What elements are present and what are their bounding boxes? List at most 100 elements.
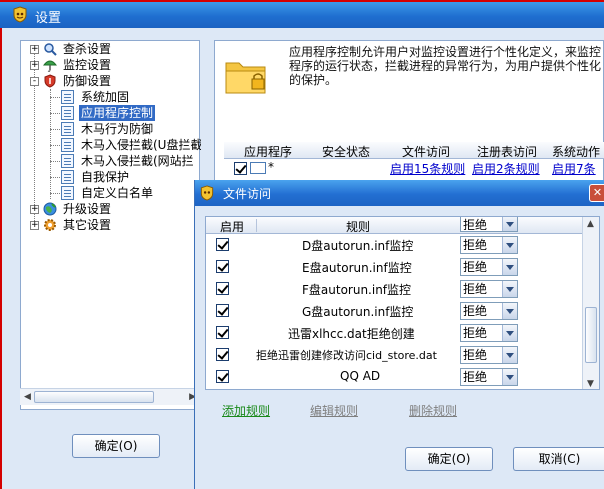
rule-checkbox[interactable]: [216, 304, 229, 317]
dialog-title: 文件访问: [223, 187, 272, 201]
rule-checkbox[interactable]: [216, 260, 229, 273]
rule-action-combo[interactable]: 拒绝: [460, 324, 518, 342]
tree-item-label: 自我保护: [81, 170, 130, 184]
expand-icon[interactable]: +: [30, 221, 39, 230]
tree-item-trojan-behavior[interactable]: 木马行为防御: [21, 121, 201, 137]
tree-item-scan-settings[interactable]: + 查杀设置: [21, 41, 201, 57]
tree-item-monitor-settings[interactable]: + 监控设置: [21, 57, 201, 73]
table-row[interactable]: QQ AD 拒绝: [206, 366, 586, 388]
expand-icon[interactable]: +: [30, 61, 39, 70]
rule-action-combo[interactable]: 拒绝: [460, 258, 518, 276]
expand-icon[interactable]: +: [30, 205, 39, 214]
tree-item-label: 木马行为防御: [81, 122, 154, 136]
tree-item-upgrade-settings[interactable]: + 升级设置: [21, 201, 201, 217]
combo-value: 拒绝: [463, 260, 488, 274]
table-row[interactable]: 拒绝迅雷创建修改访问cid_store.dat 拒绝: [206, 344, 586, 366]
file-access-dialog: 文件访问 ✕ 启用 规则 拒绝 D盘autorun.inf监控 拒绝 E盘aut…: [194, 180, 604, 489]
table-row[interactable]: D盘autorun.inf监控 拒绝: [206, 234, 586, 256]
combo-value: 拒绝: [463, 238, 488, 252]
magnifier-icon: [44, 43, 57, 56]
rules-list-header: 启用 规则 拒绝: [206, 217, 599, 234]
dialog-ok-button[interactable]: 确定(O): [405, 447, 493, 471]
tree-item-label: 升级设置: [63, 202, 112, 216]
row-checkbox[interactable]: [234, 162, 247, 175]
chevron-down-icon[interactable]: [502, 303, 517, 319]
page-icon: [61, 186, 74, 200]
main-window-title: 设置: [35, 11, 62, 26]
combo-value: 拒绝: [463, 348, 488, 362]
combo-value: 拒绝: [463, 304, 488, 318]
kingsoft-logo-icon: [200, 185, 214, 201]
rule-action-combo[interactable]: 拒绝: [460, 346, 518, 364]
combo-value: 拒绝: [463, 370, 488, 384]
rule-action-combo[interactable]: 拒绝: [460, 302, 518, 320]
expand-icon[interactable]: +: [30, 45, 39, 54]
scroll-thumb[interactable]: [585, 307, 597, 363]
main-ok-button[interactable]: 确定(O): [72, 434, 160, 458]
table-row[interactable]: G盘autorun.inf监控 拒绝: [206, 300, 586, 322]
chevron-down-icon[interactable]: [502, 217, 517, 231]
rule-name: F盘autorun.inf监控: [302, 283, 412, 297]
tree-item-label: 监控设置: [63, 58, 112, 72]
dialog-cancel-button[interactable]: 取消(C): [513, 447, 604, 471]
scroll-thumb[interactable]: [34, 391, 154, 403]
table-row[interactable]: E盘autorun.inf监控 拒绝: [206, 256, 586, 278]
rule-action-combo[interactable]: 拒绝: [460, 368, 518, 386]
tree-item-label: 系统加固: [81, 90, 130, 104]
table-row[interactable]: * 启用15条规则 启用2条规则 启用7条规: [224, 159, 604, 193]
tree-item-label: 其它设置: [63, 218, 112, 232]
rule-action-combo[interactable]: 拒绝: [460, 236, 518, 254]
tree-item-system-hardening[interactable]: 系统加固: [21, 89, 201, 105]
table-row[interactable]: F盘autorun.inf监控 拒绝: [206, 278, 586, 300]
header-action-combo[interactable]: 拒绝: [460, 217, 518, 232]
tree-item-self-protect[interactable]: 自我保护: [21, 169, 201, 185]
rule-name: E盘autorun.inf监控: [302, 261, 412, 275]
chevron-down-icon[interactable]: [502, 347, 517, 363]
column-header: 应用程序: [244, 145, 293, 159]
dialog-title-bar[interactable]: 文件访问 ✕: [195, 180, 604, 206]
file-access-link[interactable]: 启用15条规则: [390, 160, 465, 177]
table-row[interactable]: 迅雷xlhcc.dat拒绝创建 拒绝: [206, 322, 586, 344]
app-control-description: 应用程序控制允许用户对监控设置进行个性化定义，来监控程序的运行状态，拦截进程的异…: [289, 45, 602, 87]
rule-checkbox[interactable]: [216, 370, 229, 383]
edit-rule-link[interactable]: 编辑规则: [310, 402, 358, 419]
chevron-down-icon[interactable]: [502, 369, 517, 385]
tree-item-other-settings[interactable]: + 其它设置: [21, 217, 201, 233]
add-rule-link[interactable]: 添加规则: [222, 402, 270, 419]
registry-link[interactable]: 启用2条规则: [472, 160, 540, 177]
scroll-down-icon[interactable]: ▼: [587, 379, 594, 389]
rule-checkbox[interactable]: [216, 348, 229, 361]
chevron-down-icon[interactable]: [502, 237, 517, 253]
column-header-rule: 规则: [346, 220, 371, 234]
rule-name: D盘autorun.inf监控: [302, 239, 414, 253]
tree-item-whitelist[interactable]: 自定义白名单: [21, 185, 201, 201]
tree-item-label: 木马入侵拦截(网站拦: [81, 154, 194, 168]
page-icon: [61, 90, 74, 104]
tree-item-trojan-usb[interactable]: 木马入侵拦截(U盘拦截: [21, 137, 201, 153]
rule-checkbox[interactable]: [216, 282, 229, 295]
rule-checkbox[interactable]: [216, 238, 229, 251]
collapse-icon[interactable]: -: [30, 77, 39, 86]
chevron-down-icon[interactable]: [502, 281, 517, 297]
scroll-left-icon[interactable]: ◀: [24, 392, 31, 402]
rules-vertical-scrollbar[interactable]: ▲ ▼: [582, 217, 599, 389]
tree-item-defense-settings[interactable]: - 防御设置: [21, 73, 201, 89]
settings-tree[interactable]: + 查杀设置 + 监控设置 - 防御设置 系统加固 应用程序控制 木马行为防御 …: [20, 40, 201, 410]
close-icon[interactable]: ✕: [589, 184, 604, 202]
chevron-down-icon[interactable]: [502, 259, 517, 275]
scroll-up-icon[interactable]: ▲: [587, 219, 594, 229]
column-header: 文件访问: [402, 145, 451, 159]
rule-action-combo[interactable]: 拒绝: [460, 280, 518, 298]
tree-item-label: 应用程序控制: [79, 105, 156, 121]
chevron-down-icon[interactable]: [502, 325, 517, 341]
combo-value: 拒绝: [463, 326, 488, 340]
tree-horizontal-scrollbar[interactable]: ◀ ▶: [20, 388, 200, 405]
tree-item-app-control[interactable]: 应用程序控制: [21, 105, 201, 121]
tree-item-trojan-web[interactable]: 木马入侵拦截(网站拦: [21, 153, 201, 169]
shield-icon: [44, 74, 56, 88]
page-icon: [61, 154, 74, 168]
main-title-bar[interactable]: 设置: [0, 0, 604, 28]
app-rules-table-header: 应用程序 安全状态 文件访问 注册表访问 系统动作: [224, 142, 604, 159]
delete-rule-link[interactable]: 删除规则: [409, 402, 457, 419]
rule-checkbox[interactable]: [216, 326, 229, 339]
